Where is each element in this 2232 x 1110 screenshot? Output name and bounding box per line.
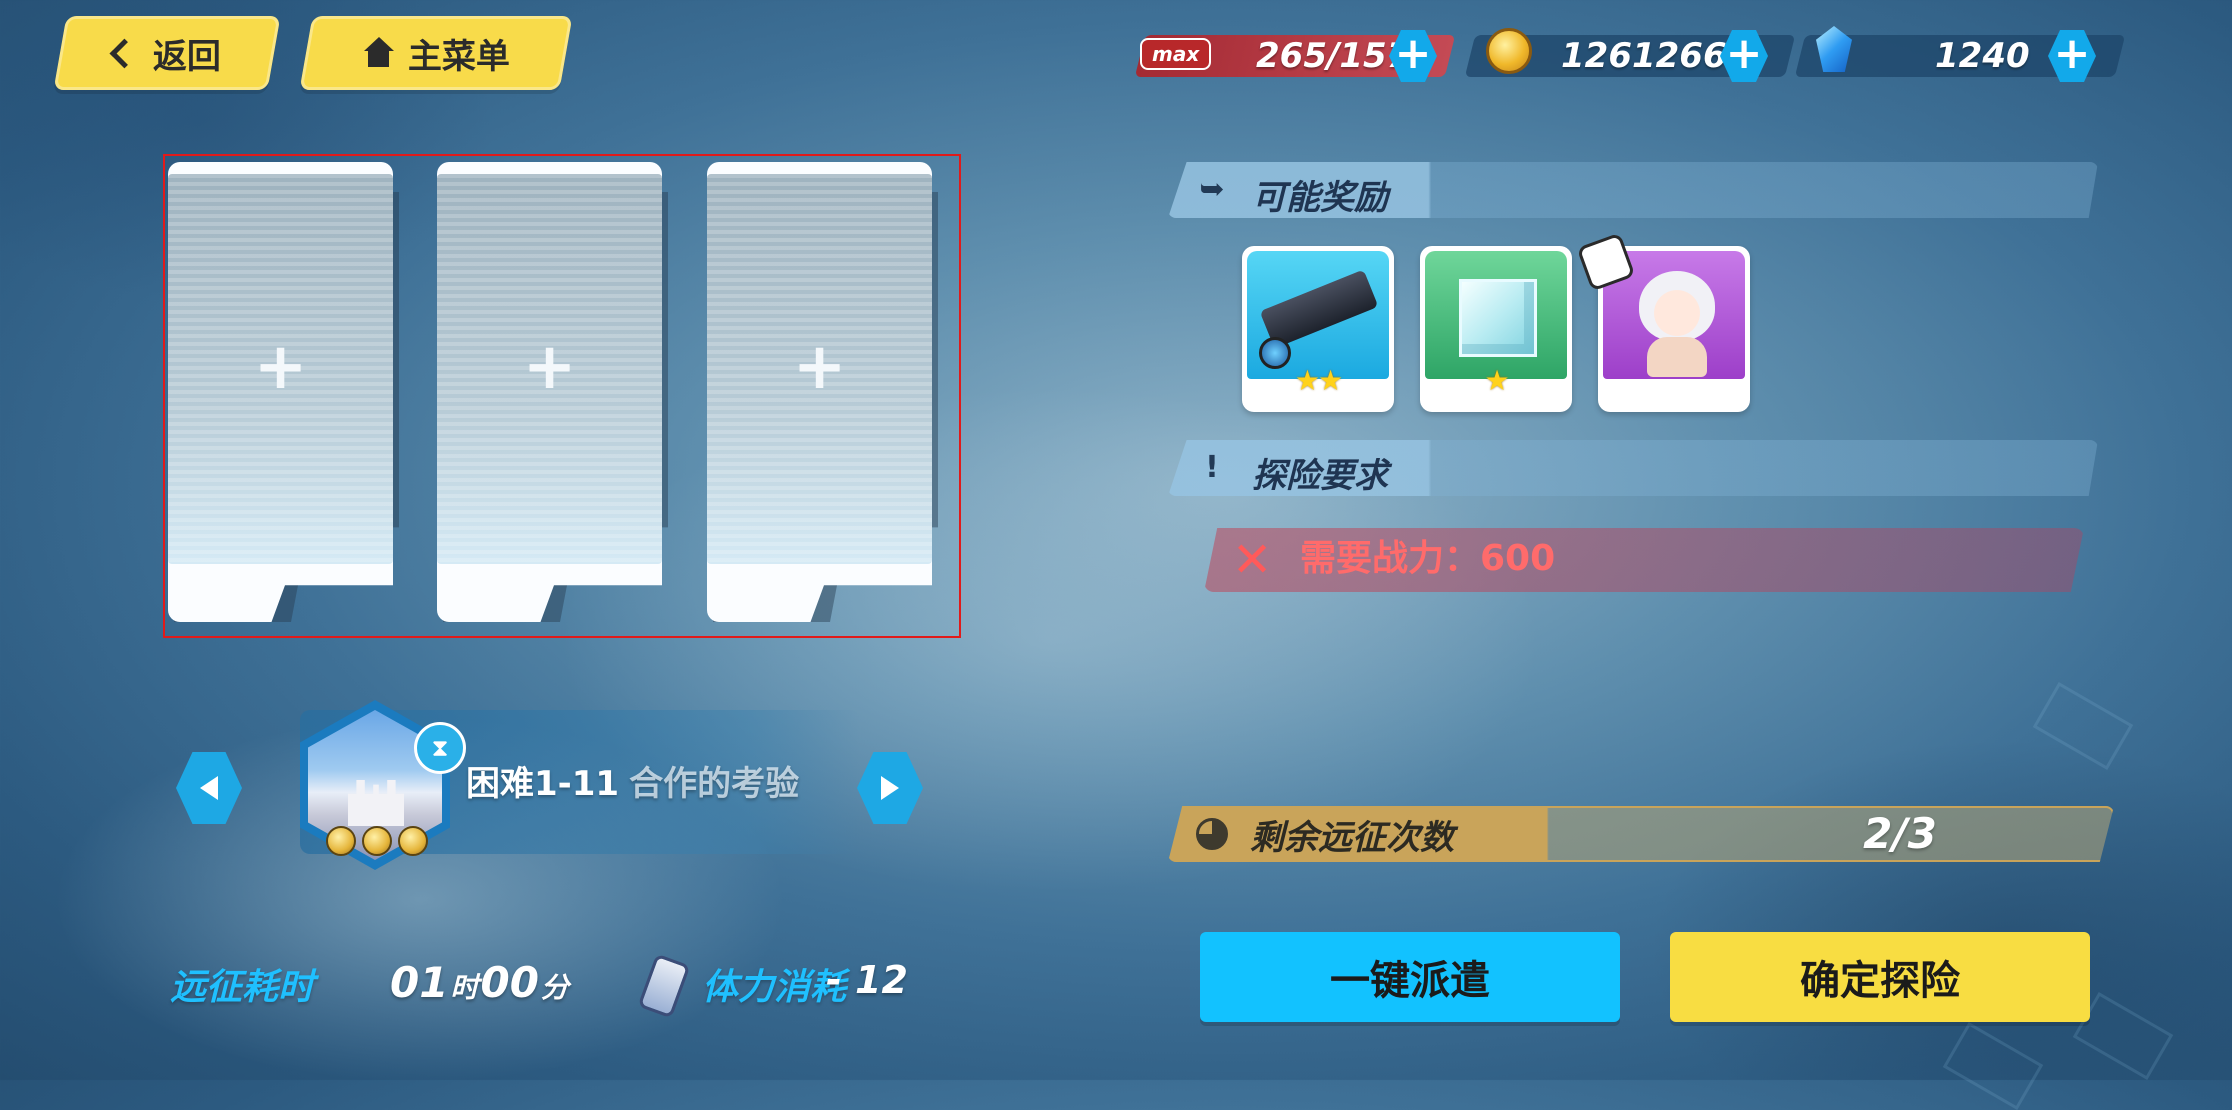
auto-dispatch-button[interactable]: 一键派遣 (1200, 932, 1620, 1022)
stage-name: 困难1-11 (466, 764, 620, 804)
hero-slot-3[interactable]: + (707, 162, 938, 622)
prev-stage-button[interactable] (176, 752, 242, 824)
close-icon: ✕ (1232, 532, 1273, 588)
requirements-title: 探险要求 (1252, 456, 1388, 496)
home-icon (362, 37, 394, 69)
reward-arrow-icon: ➥ (1199, 172, 1225, 207)
pie-clock-icon (1196, 818, 1228, 850)
remaining-expeditions-label: 剩余远征次数 (1250, 818, 1454, 858)
stage-title: 困难1-11 合作的考验 (466, 756, 799, 805)
main-menu-label: 主菜单 (408, 36, 510, 77)
stamina-cost-label: 体力消耗 (702, 967, 847, 1008)
medal-icon (326, 826, 356, 856)
rewards-title: 可能奖励 (1252, 178, 1388, 218)
main-menu-button[interactable]: 主菜单 (299, 16, 573, 90)
stamina-bottle-icon (637, 953, 691, 1019)
reward-stars: ★ (1484, 364, 1509, 397)
bg-hex-decoration (1942, 1021, 2044, 1110)
hero-slot-2[interactable]: + (437, 162, 668, 622)
medal-icon (362, 826, 392, 856)
medal-icon (398, 826, 428, 856)
next-stage-button[interactable] (857, 752, 923, 824)
max-badge: max (1140, 38, 1212, 70)
add-hero-plus-icon: + (522, 330, 577, 404)
warning-icon: ! (1205, 450, 1219, 485)
power-requirement-text: 需要战力：600 (1300, 538, 1556, 579)
arrow-right-icon (881, 776, 899, 800)
reward-stars: ★★ (1294, 364, 1343, 397)
add-hero-plus-icon: + (253, 330, 308, 404)
back-button[interactable]: 返回 (53, 16, 281, 90)
stage-subtitle: 合作的考验 (629, 764, 800, 804)
hero-slot-1[interactable]: + (168, 162, 399, 622)
arrow-left-icon (200, 776, 218, 800)
reward-item-weapon[interactable]: ★★ (1242, 246, 1394, 412)
add-hero-plus-icon: + (792, 330, 847, 404)
stamina-value: 265/157 (1255, 36, 1410, 76)
character-portrait (1639, 271, 1715, 341)
remaining-expeditions-value: 2/3 (1863, 809, 1937, 858)
reward-item-cube[interactable]: ★ (1420, 246, 1572, 412)
expedition-time-label: 远征耗时 (170, 967, 315, 1008)
expedition-time-value: 01时00分 (390, 958, 569, 1007)
requirements-header: ! 探险要求 (1168, 440, 2098, 496)
bg-hex-decoration (2032, 681, 2134, 771)
crystal-value: 1240 (1935, 36, 2030, 76)
stamina-cost-value: - 12 (826, 958, 908, 1002)
rewards-header: ➥ 可能奖励 (1168, 162, 2098, 218)
chevron-left-icon (109, 38, 139, 68)
confirm-expedition-button[interactable]: 确定探险 (1670, 932, 2090, 1022)
back-label: 返回 (152, 36, 221, 77)
hourglass-icon: ⧗ (414, 722, 466, 774)
ice-cube-icon (1459, 279, 1537, 357)
coin-icon (1486, 28, 1532, 74)
